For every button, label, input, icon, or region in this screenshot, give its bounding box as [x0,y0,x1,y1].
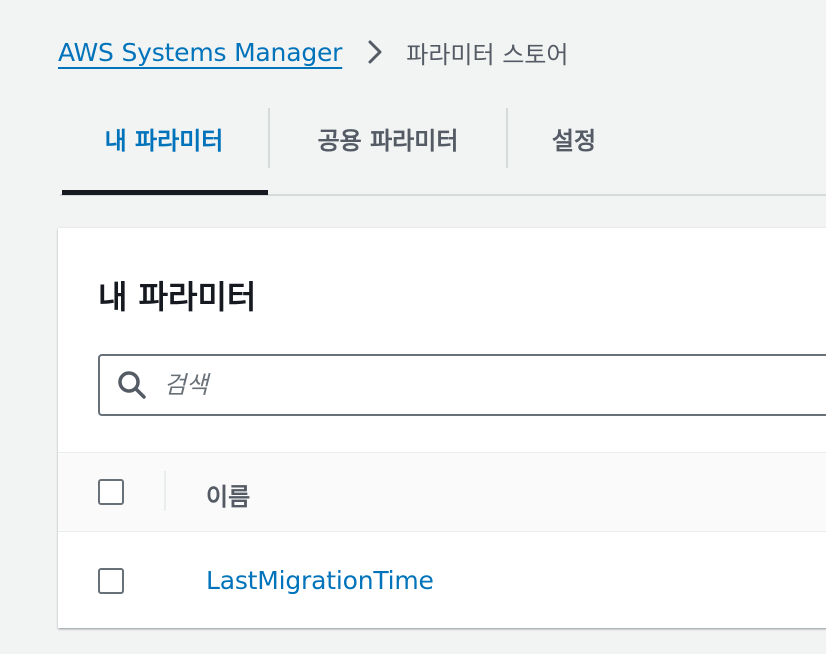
active-tab-indicator [62,190,268,195]
select-all-checkbox[interactable] [98,479,124,505]
tab-public-parameters[interactable]: 공용 파라미터 [270,108,506,192]
search-box[interactable] [98,354,826,416]
tab-bar: 내 파라미터 공용 파라미터 설정 [60,108,826,196]
search-icon [118,371,146,399]
column-divider [164,471,166,511]
tab-settings[interactable]: 설정 [508,108,640,192]
tab-my-parameters[interactable]: 내 파라미터 [60,108,268,195]
column-header-name[interactable]: 이름 [206,477,250,512]
chevron-right-icon [368,40,382,64]
parameters-panel: 내 파라미터 이름 LastMigrationTime [58,228,826,628]
table-header: 이름 [58,452,826,532]
tab-label: 내 파라미터 [104,126,224,155]
tab-label: 공용 파라미터 [317,126,459,155]
search-input[interactable] [162,370,766,400]
parameter-name-link[interactable]: LastMigrationTime [206,566,434,595]
row-checkbox[interactable] [98,568,124,594]
breadcrumb-systems-manager-link[interactable]: AWS Systems Manager [58,38,342,67]
breadcrumb: AWS Systems Manager 파라미터 스토어 [58,30,568,74]
breadcrumb-current: 파라미터 스토어 [406,40,569,69]
panel-title: 내 파라미터 [98,278,257,316]
tab-label: 설정 [551,126,597,155]
table-row: LastMigrationTime [58,532,826,628]
